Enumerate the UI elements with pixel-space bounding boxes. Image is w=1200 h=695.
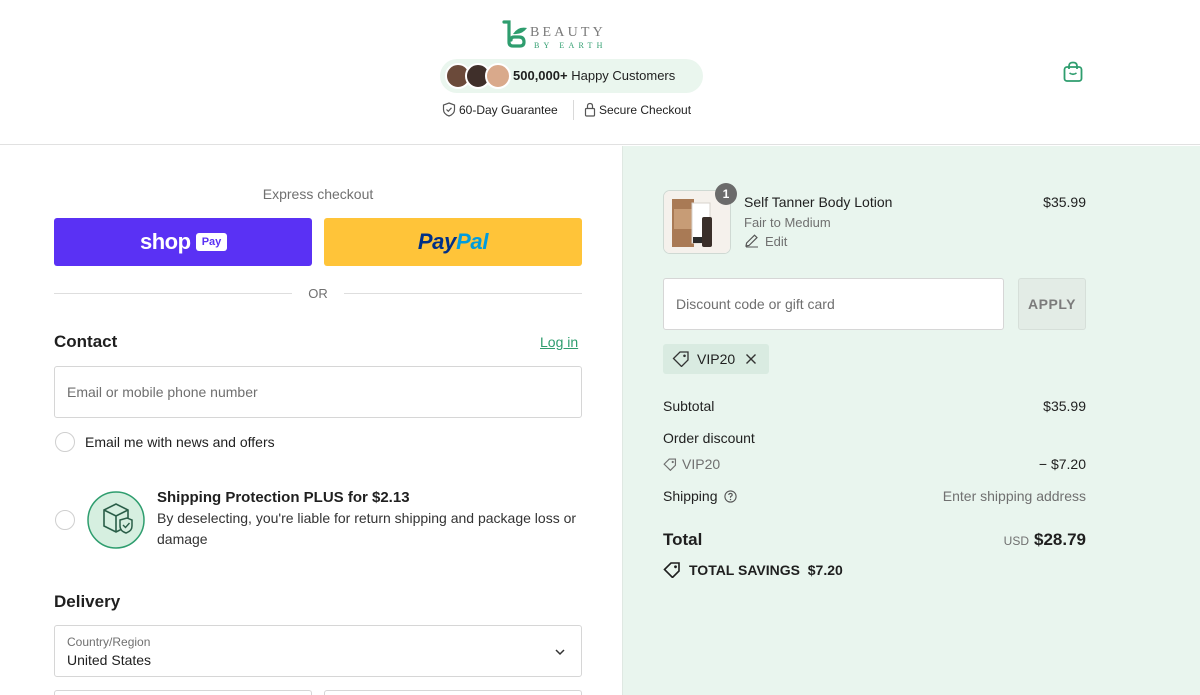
- shield-check-icon: [442, 102, 456, 117]
- paypal-wordmark: PayPal: [324, 229, 582, 255]
- close-icon[interactable]: [745, 353, 757, 365]
- newsletter-label: Email me with news and offers: [85, 434, 275, 450]
- delivery-heading: Delivery: [54, 592, 121, 611]
- package-protection-icon: [87, 491, 145, 549]
- secure-item: Secure Checkout: [584, 102, 691, 117]
- savings-value: $7.20: [807, 562, 843, 578]
- product-variant: Fair to Medium: [744, 215, 831, 230]
- shipping-label: Shipping: [663, 488, 718, 504]
- country-select-label: Country/Region: [67, 635, 151, 649]
- avatar: [485, 63, 511, 89]
- shipping-label-row: Shipping: [663, 488, 737, 504]
- quantity-badge: 1: [715, 183, 737, 205]
- discount-code-input[interactable]: [663, 278, 1004, 330]
- trust-row: 60-Day Guarantee Secure Checkout: [442, 100, 702, 120]
- login-link[interactable]: Log in: [540, 334, 578, 350]
- tag-icon: [672, 351, 689, 367]
- tag-icon: [663, 458, 677, 472]
- shop-pay-badge: Pay: [196, 233, 227, 251]
- divider: [573, 100, 574, 120]
- logo-tagline: BY EARTH: [534, 41, 607, 50]
- total-amount: $28.79: [1034, 530, 1086, 549]
- last-name-field[interactable]: [324, 690, 582, 695]
- country-select-value: United States: [67, 652, 152, 668]
- savings-tag-icon: [663, 562, 680, 579]
- page-header: BEAUTY BY EARTH 500,000+ Happy Customers…: [0, 0, 1200, 145]
- pencil-icon: [745, 234, 758, 248]
- guarantee-text: 60-Day Guarantee: [459, 103, 558, 117]
- total-row-value: USD $28.79: [886, 530, 1086, 550]
- customer-avatars: [445, 63, 511, 89]
- product-price: $35.99: [1043, 194, 1086, 210]
- savings-label: TOTAL SAVINGS: [689, 562, 800, 578]
- newsletter-checkbox[interactable]: [55, 432, 75, 452]
- shop-pay-button[interactable]: shop Pay: [54, 218, 312, 266]
- customers-text: 500,000+ Happy Customers: [513, 68, 675, 83]
- shopping-bag-icon: [1063, 61, 1083, 82]
- divider-line: [344, 293, 582, 294]
- product-name: Self Tanner Body Lotion: [744, 194, 893, 210]
- express-checkout-label: Express checkout: [262, 186, 374, 202]
- shipping-value: Enter shipping address: [942, 488, 1086, 504]
- discount-code-row: VIP20: [663, 456, 720, 472]
- brand-leaf-icon: [502, 20, 527, 48]
- contact-heading: Contact: [54, 332, 118, 351]
- lock-icon: [584, 102, 596, 117]
- apply-discount-button[interactable]: APPLY: [1018, 278, 1086, 330]
- edit-label: Edit: [765, 234, 788, 249]
- subtotal-label: Subtotal: [663, 398, 715, 414]
- happy-customers-badge: 500,000+ Happy Customers: [440, 59, 703, 93]
- shipping-protection-description: By deselecting, you're liable for return…: [157, 510, 577, 547]
- total-label: Total: [663, 530, 703, 549]
- paypal-button[interactable]: PayPal: [324, 218, 582, 266]
- discount-code-text: VIP20: [682, 456, 721, 472]
- logo-wordmark: BEAUTY: [530, 25, 606, 40]
- secure-text: Secure Checkout: [599, 103, 692, 117]
- country-select[interactable]: Country/Region United States: [54, 625, 582, 677]
- edit-item-button[interactable]: Edit: [744, 234, 787, 249]
- or-divider: OR: [54, 284, 582, 304]
- brand-logo[interactable]: BEAUTY BY EARTH: [500, 20, 632, 54]
- first-name-field[interactable]: [54, 690, 312, 695]
- total-savings: TOTAL SAVINGS $7.20: [663, 562, 843, 579]
- checkout-form: Express checkout shop Pay PayPal OR Cont…: [0, 146, 622, 695]
- shipping-protection-checkbox[interactable]: [55, 510, 75, 530]
- paypal-pay-text: Pay: [417, 229, 457, 254]
- paypal-pal-text: Pal: [456, 229, 489, 254]
- shipping-protection-title: Shipping Protection PLUS for $2.13: [157, 489, 410, 506]
- customers-label: Happy Customers: [571, 68, 676, 83]
- email-field[interactable]: [54, 366, 582, 418]
- shop-pay-wordmark: shop: [140, 229, 191, 254]
- applied-code: VIP20: [697, 351, 736, 367]
- cart-button[interactable]: [1061, 60, 1085, 84]
- help-icon[interactable]: [723, 490, 737, 503]
- subtotal-value: $35.99: [1043, 398, 1086, 414]
- discount-value: − $7.20: [1038, 456, 1086, 472]
- guarantee-item: 60-Day Guarantee: [442, 102, 558, 117]
- applied-discount-chip: VIP20: [663, 344, 769, 374]
- order-discount-label: Order discount: [663, 430, 755, 446]
- total-currency: USD: [1003, 534, 1029, 548]
- chevron-down-icon: [555, 649, 565, 656]
- order-summary: 1 Self Tanner Body Lotion Fair to Medium…: [622, 146, 1200, 695]
- customers-count: 500,000+: [513, 68, 568, 83]
